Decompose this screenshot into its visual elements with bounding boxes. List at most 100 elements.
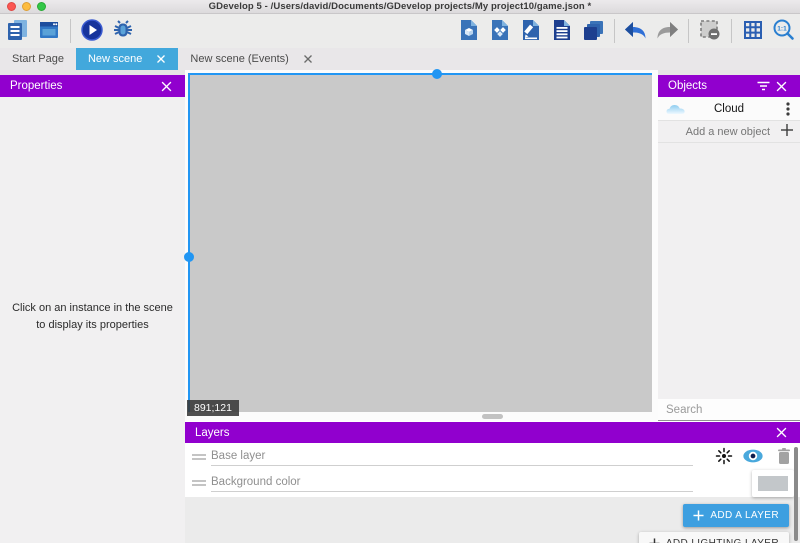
layers-stack-icon (581, 18, 605, 45)
objects-panel: Objects Cloud (658, 75, 800, 421)
object-groups-document-icon (488, 18, 512, 45)
project-manager-icon (6, 18, 30, 45)
edit-document-icon (519, 18, 543, 45)
selection-edge-left (188, 73, 190, 412)
tab-new-scene-events[interactable]: New scene (Events) (178, 48, 324, 70)
scene-viewport[interactable] (188, 73, 652, 412)
objects-panel-title: Objects (668, 80, 707, 92)
project-manager-button[interactable] (5, 18, 31, 44)
layers-panel-header: Layers (185, 421, 800, 443)
editor-tabbar: Start Page New scene New scene (Events) (0, 48, 800, 70)
toggle-grid-button[interactable] (740, 18, 766, 44)
toolbar-separator (688, 19, 689, 43)
objects-document-icon (457, 18, 481, 45)
layer-effects-button[interactable] (713, 445, 735, 467)
layers-panel: Layers (185, 421, 800, 543)
zoom-original-button[interactable]: 1:1 (771, 18, 797, 44)
filter-objects-button[interactable] (754, 77, 772, 95)
plus-icon (649, 538, 660, 543)
redo-button[interactable] (654, 18, 680, 44)
properties-panel: Properties Click on an instance in the s… (0, 75, 185, 543)
objects-search-input[interactable] (666, 404, 800, 416)
toolbar-separator (70, 19, 71, 43)
start-page-icon (37, 18, 61, 45)
layers-vertical-scrollbar[interactable] (793, 445, 799, 543)
toolbar-separator (731, 19, 732, 43)
properties-panel-header: Properties (0, 75, 185, 97)
delete-layer-button[interactable] (773, 445, 795, 467)
visibility-icon (742, 447, 764, 465)
plus-icon[interactable] (780, 123, 794, 140)
close-panel-button[interactable] (772, 77, 790, 95)
hscroll-thumb[interactable] (482, 414, 503, 419)
tab-label: Start Page (12, 53, 64, 65)
tab-new-scene[interactable]: New scene (76, 48, 178, 70)
tab-label: New scene (88, 53, 142, 65)
toggle-mask-button[interactable] (697, 18, 723, 44)
layers-panel-title: Layers (195, 427, 230, 439)
selection-handle-top[interactable] (432, 69, 442, 79)
redo-icon (654, 18, 680, 45)
background-color-button[interactable] (752, 470, 794, 497)
open-layers-editor-button[interactable] (580, 18, 606, 44)
trash-icon (776, 447, 792, 465)
open-instances-list-button[interactable] (549, 18, 575, 44)
open-object-groups-button[interactable] (487, 18, 513, 44)
layer-row-background (185, 469, 800, 497)
close-tab-icon[interactable] (156, 54, 166, 64)
add-object-row[interactable]: Add a new object (658, 121, 800, 143)
object-name: Cloud (658, 97, 800, 120)
plus-icon (693, 510, 704, 521)
titlebar: GDevelop 5 - /Users/david/Documents/GDev… (0, 0, 800, 14)
kebab-icon (780, 100, 796, 118)
play-icon (80, 18, 104, 45)
close-panel-button[interactable] (772, 424, 790, 442)
add-lighting-layer-label: ADD LIGHTING LAYER (666, 538, 779, 543)
close-icon (161, 81, 172, 92)
toolbar-separator (614, 19, 615, 43)
drag-handle-icon[interactable] (191, 452, 207, 464)
objects-panel-header: Objects (658, 75, 800, 97)
close-tab-icon[interactable] (303, 54, 313, 64)
close-panel-button[interactable] (157, 77, 175, 95)
vscroll-thumb[interactable] (794, 447, 798, 541)
properties-empty-message: Click on an instance in the scene to dis… (0, 300, 185, 334)
close-icon (776, 81, 787, 92)
list-document-icon (550, 18, 574, 45)
debug-button[interactable] (110, 18, 136, 44)
layer-visibility-button[interactable] (742, 445, 764, 467)
gdevelop-window: GDevelop 5 - /Users/david/Documents/GDev… (0, 0, 800, 543)
selection-handle-left[interactable] (184, 252, 194, 262)
add-lighting-layer-button[interactable]: ADD LIGHTING LAYER (639, 532, 789, 543)
filter-icon (757, 81, 770, 91)
window-title: GDevelop 5 - /Users/david/Documents/GDev… (0, 1, 800, 12)
add-object-label: Add a new object (686, 126, 770, 138)
add-layer-button[interactable]: ADD A LAYER (683, 504, 789, 527)
selection-edge-top (188, 73, 652, 75)
main-toolbar: 1:1 (0, 14, 800, 48)
layer-name-field[interactable] (211, 446, 693, 466)
layer-name-field[interactable] (211, 472, 693, 492)
launch-preview-button[interactable] (79, 18, 105, 44)
svg-text:1:1: 1:1 (777, 25, 787, 32)
object-menu-button[interactable] (780, 100, 796, 121)
object-list-item[interactable]: Cloud (658, 97, 800, 121)
add-layer-label: ADD A LAYER (710, 510, 779, 521)
scene-editor-canvas[interactable]: 891;121 (185, 70, 658, 421)
undo-button[interactable] (623, 18, 649, 44)
start-page-button[interactable] (36, 18, 62, 44)
undo-icon (623, 18, 649, 45)
canvas-horizontal-scrollbar[interactable] (188, 412, 652, 421)
tab-start-page[interactable]: Start Page (0, 48, 76, 70)
open-scene-properties-button[interactable] (518, 18, 544, 44)
color-swatch (758, 476, 788, 491)
drag-handle-icon[interactable] (191, 478, 207, 490)
close-icon (776, 427, 787, 438)
bug-icon (111, 18, 135, 45)
open-objects-editor-button[interactable] (456, 18, 482, 44)
layer-row-base (185, 443, 800, 469)
properties-panel-title: Properties (10, 80, 62, 92)
grid-icon (741, 18, 765, 45)
zoom-1-1-icon: 1:1 (772, 18, 796, 45)
effects-icon (715, 447, 733, 465)
